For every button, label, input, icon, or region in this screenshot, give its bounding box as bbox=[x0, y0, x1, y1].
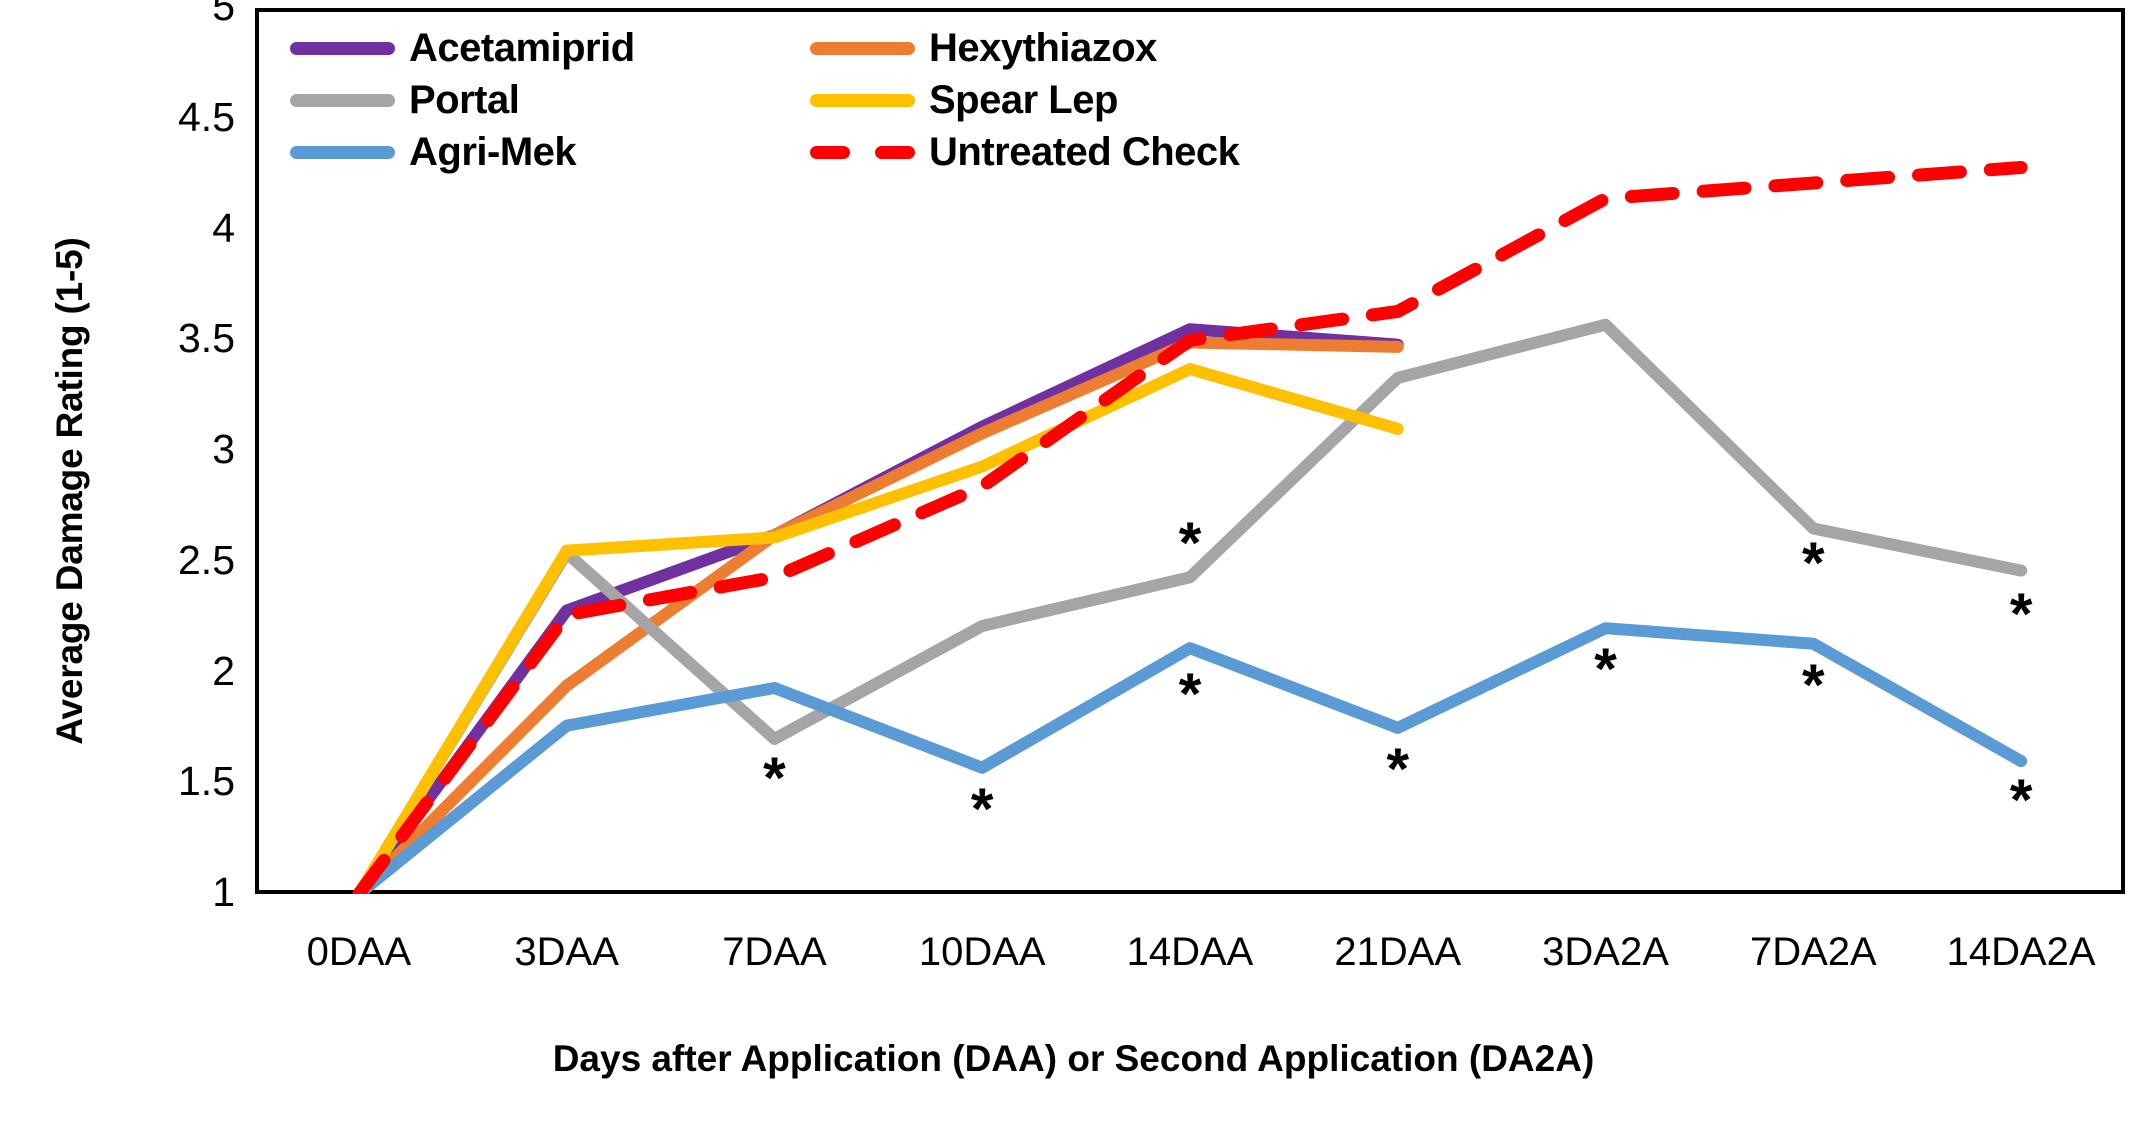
y-axis-tick: 4 bbox=[212, 204, 235, 251]
x-axis-title: Days after Application (DAA) or Second A… bbox=[552, 1038, 1595, 1079]
y-axis-tick: 1.5 bbox=[178, 758, 235, 805]
legend-item-hexythiazox[interactable]: Hexythiazox bbox=[810, 26, 1330, 71]
legend-label: Hexythiazox bbox=[929, 25, 1157, 70]
legend-label: Agri-Mek bbox=[409, 129, 577, 174]
significance-asterisk: * bbox=[1802, 652, 1825, 718]
x-axis-tick: 3DA2A bbox=[1542, 930, 1669, 974]
legend-row: Agri-Mek Untreated Check bbox=[290, 126, 1390, 178]
legend-label: Acetamiprid bbox=[409, 25, 635, 70]
legend-swatch-agri-mek bbox=[290, 145, 395, 159]
significance-asterisk: * bbox=[1386, 736, 1410, 802]
y-axis-tick-labels: 5 4.5 4 3.5 3 2.5 2 1.5 1 bbox=[95, 0, 235, 913]
legend-row: Acetamiprid Hexythiazox bbox=[290, 22, 1390, 74]
x-axis-tick: 3DAA bbox=[514, 930, 619, 974]
y-axis-tick: 2.5 bbox=[178, 536, 235, 583]
legend-swatch-spear-lep bbox=[810, 93, 915, 107]
significance-asterisk: * bbox=[970, 776, 994, 842]
x-axis-tick-labels: 0DAA 3DAA 7DAA 10DAA 14DAA 21DAA 3DA2A 7DA2A 14D… bbox=[255, 930, 2125, 990]
legend-label: Spear Lep bbox=[929, 77, 1118, 122]
chart-container: Average Damage Rating (1-5) 5 4.5 4 3.5 3 2.5… bbox=[0, 0, 2147, 1140]
series-line-spear-lep bbox=[352, 363, 1404, 894]
legend-item-untreated-check[interactable]: Untreated Check bbox=[810, 130, 1330, 175]
significance-asterisk: * bbox=[1802, 530, 1825, 596]
significance-asterisk: * bbox=[763, 745, 786, 811]
legend-swatch-hexythiazox bbox=[810, 41, 915, 55]
x-axis-tick: 14DAA bbox=[1126, 930, 1254, 974]
legend-item-acetamiprid[interactable]: Acetamiprid bbox=[290, 26, 810, 71]
x-axis-tick: 0DAA bbox=[306, 930, 412, 974]
legend-item-spear-lep[interactable]: Spear Lep bbox=[810, 78, 1330, 123]
y-axis-tick: 1 bbox=[212, 869, 235, 915]
series-line-hexythiazox bbox=[352, 336, 1404, 894]
y-axis-title: Average Damage Rating (1-5) bbox=[49, 237, 90, 745]
x-axis-tick: 10DAA bbox=[918, 930, 1046, 974]
y-axis-tick: 2 bbox=[212, 647, 235, 694]
significance-asterisk: * bbox=[2009, 581, 2033, 647]
significance-asterisk: * bbox=[1594, 637, 1617, 703]
significance-asterisk: * bbox=[1178, 511, 1202, 577]
legend-label: Untreated Check bbox=[929, 129, 1240, 174]
x-axis-tick: 7DA2A bbox=[1749, 930, 1877, 974]
x-axis-tick: 7DAA bbox=[722, 930, 827, 974]
significance-asterisk: * bbox=[2009, 767, 2033, 833]
chart-legend: Acetamiprid Hexythiazox Portal Spear Lep Agr… bbox=[290, 22, 1390, 178]
legend-swatch-acetamiprid bbox=[290, 41, 395, 55]
x-axis-tick: 14DA2A bbox=[1946, 930, 2096, 974]
legend-item-portal[interactable]: Portal bbox=[290, 78, 810, 123]
series-line-acetamiprid bbox=[352, 323, 1404, 894]
legend-item-agri-mek[interactable]: Agri-Mek bbox=[290, 130, 810, 175]
y-axis-tick: 3.5 bbox=[178, 315, 235, 362]
y-axis-tick: 5 bbox=[212, 0, 235, 29]
x-axis-tick: 21DAA bbox=[1334, 930, 1462, 974]
legend-label: Portal bbox=[409, 77, 520, 122]
y-axis-tick: 3 bbox=[212, 426, 235, 472]
legend-row: Portal Spear Lep bbox=[290, 74, 1390, 126]
legend-swatch-untreated-check bbox=[810, 145, 915, 159]
legend-swatch-portal bbox=[290, 93, 395, 107]
significance-asterisk: * bbox=[1178, 661, 1202, 727]
y-axis-tick: 4.5 bbox=[178, 93, 235, 140]
